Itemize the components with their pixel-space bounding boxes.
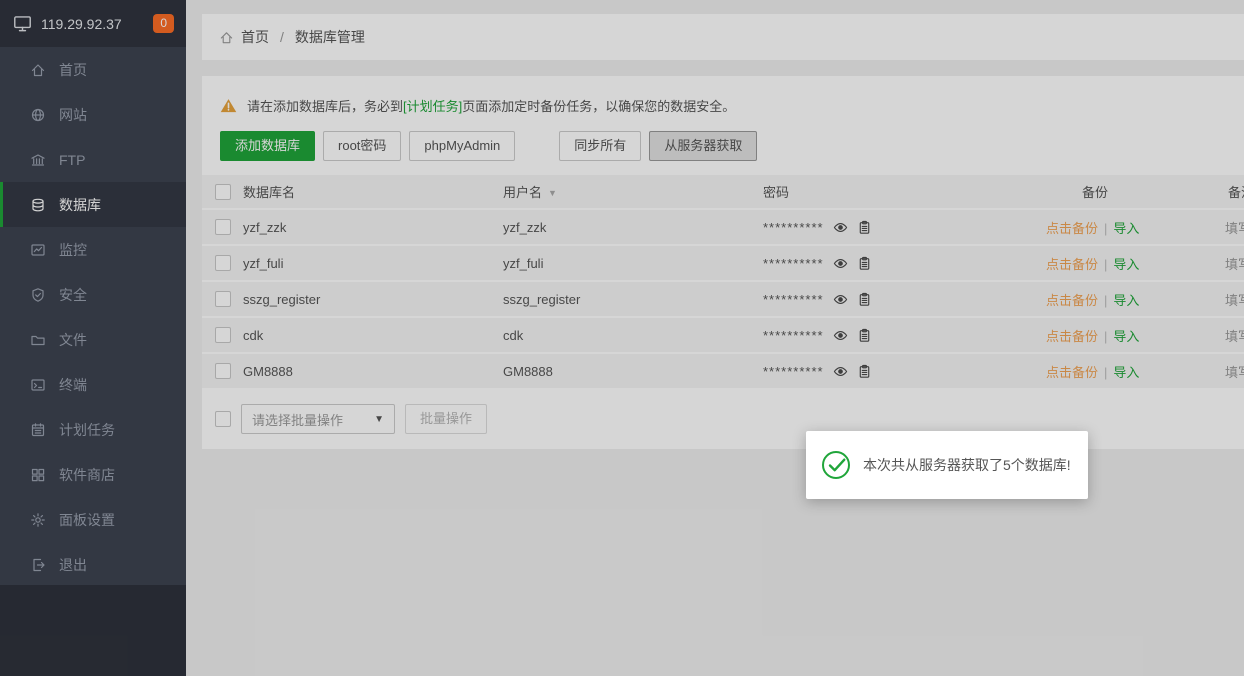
success-check-icon <box>821 450 851 480</box>
toast-message: 本次共从服务器获取了5个数据库! <box>863 455 1071 475</box>
toast-notification: 本次共从服务器获取了5个数据库! <box>806 431 1088 499</box>
modal-shade <box>0 0 1244 676</box>
